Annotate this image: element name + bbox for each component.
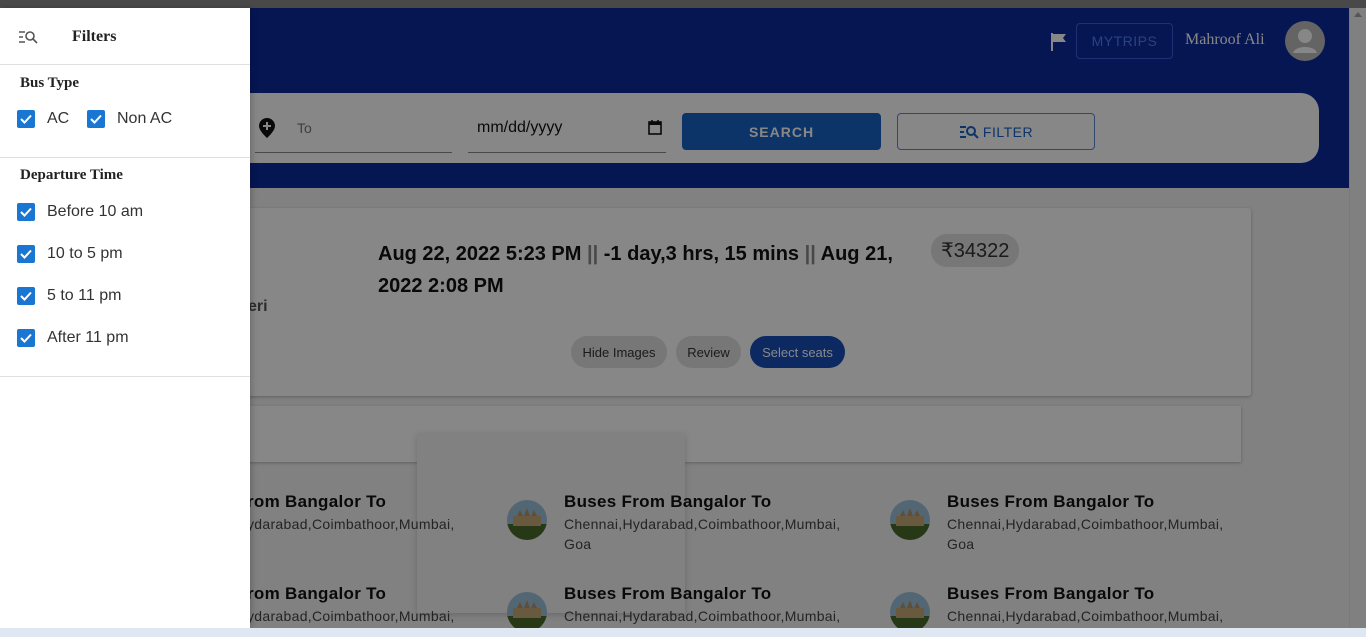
10-to-5pm-checkbox[interactable]: 10 to 5 pm	[17, 245, 123, 263]
bus-type-section: Bus Type AC Non AC	[0, 65, 250, 158]
ac-checkbox[interactable]: AC	[17, 110, 69, 128]
checkbox-checked-icon[interactable]	[17, 287, 35, 305]
checkbox-checked-icon[interactable]	[17, 203, 35, 221]
checkbox-label: Non AC	[117, 110, 173, 127]
filters-drawer: Filters Bus Type AC Non AC Departure Tim…	[0, 8, 250, 628]
before-10am-checkbox[interactable]: Before 10 am	[17, 203, 143, 221]
departure-time-title: Departure Time	[20, 167, 123, 183]
bus-type-title: Bus Type	[20, 75, 80, 91]
checkbox-checked-icon[interactable]	[87, 110, 105, 128]
drawer-header: Filters	[0, 8, 250, 65]
drawer-title: Filters	[72, 28, 117, 45]
filter-search-icon[interactable]	[18, 30, 38, 44]
after-11pm-checkbox[interactable]: After 11 pm	[17, 329, 129, 347]
departure-time-section: Departure Time Before 10 am 10 to 5 pm 5…	[0, 158, 250, 377]
checkbox-checked-icon[interactable]	[17, 329, 35, 347]
checkbox-label: 5 to 11 pm	[47, 287, 122, 304]
os-taskbar	[0, 628, 1366, 637]
checkbox-checked-icon[interactable]	[17, 110, 35, 128]
checkbox-label: AC	[47, 110, 70, 127]
non-ac-checkbox[interactable]: Non AC	[87, 110, 172, 128]
5-to-11pm-checkbox[interactable]: 5 to 11 pm	[17, 287, 121, 305]
checkbox-checked-icon[interactable]	[17, 245, 35, 263]
checkbox-label: 10 to 5 pm	[47, 245, 123, 262]
checkbox-label: Before 10 am	[47, 203, 144, 220]
checkbox-label: After 11 pm	[47, 329, 129, 346]
